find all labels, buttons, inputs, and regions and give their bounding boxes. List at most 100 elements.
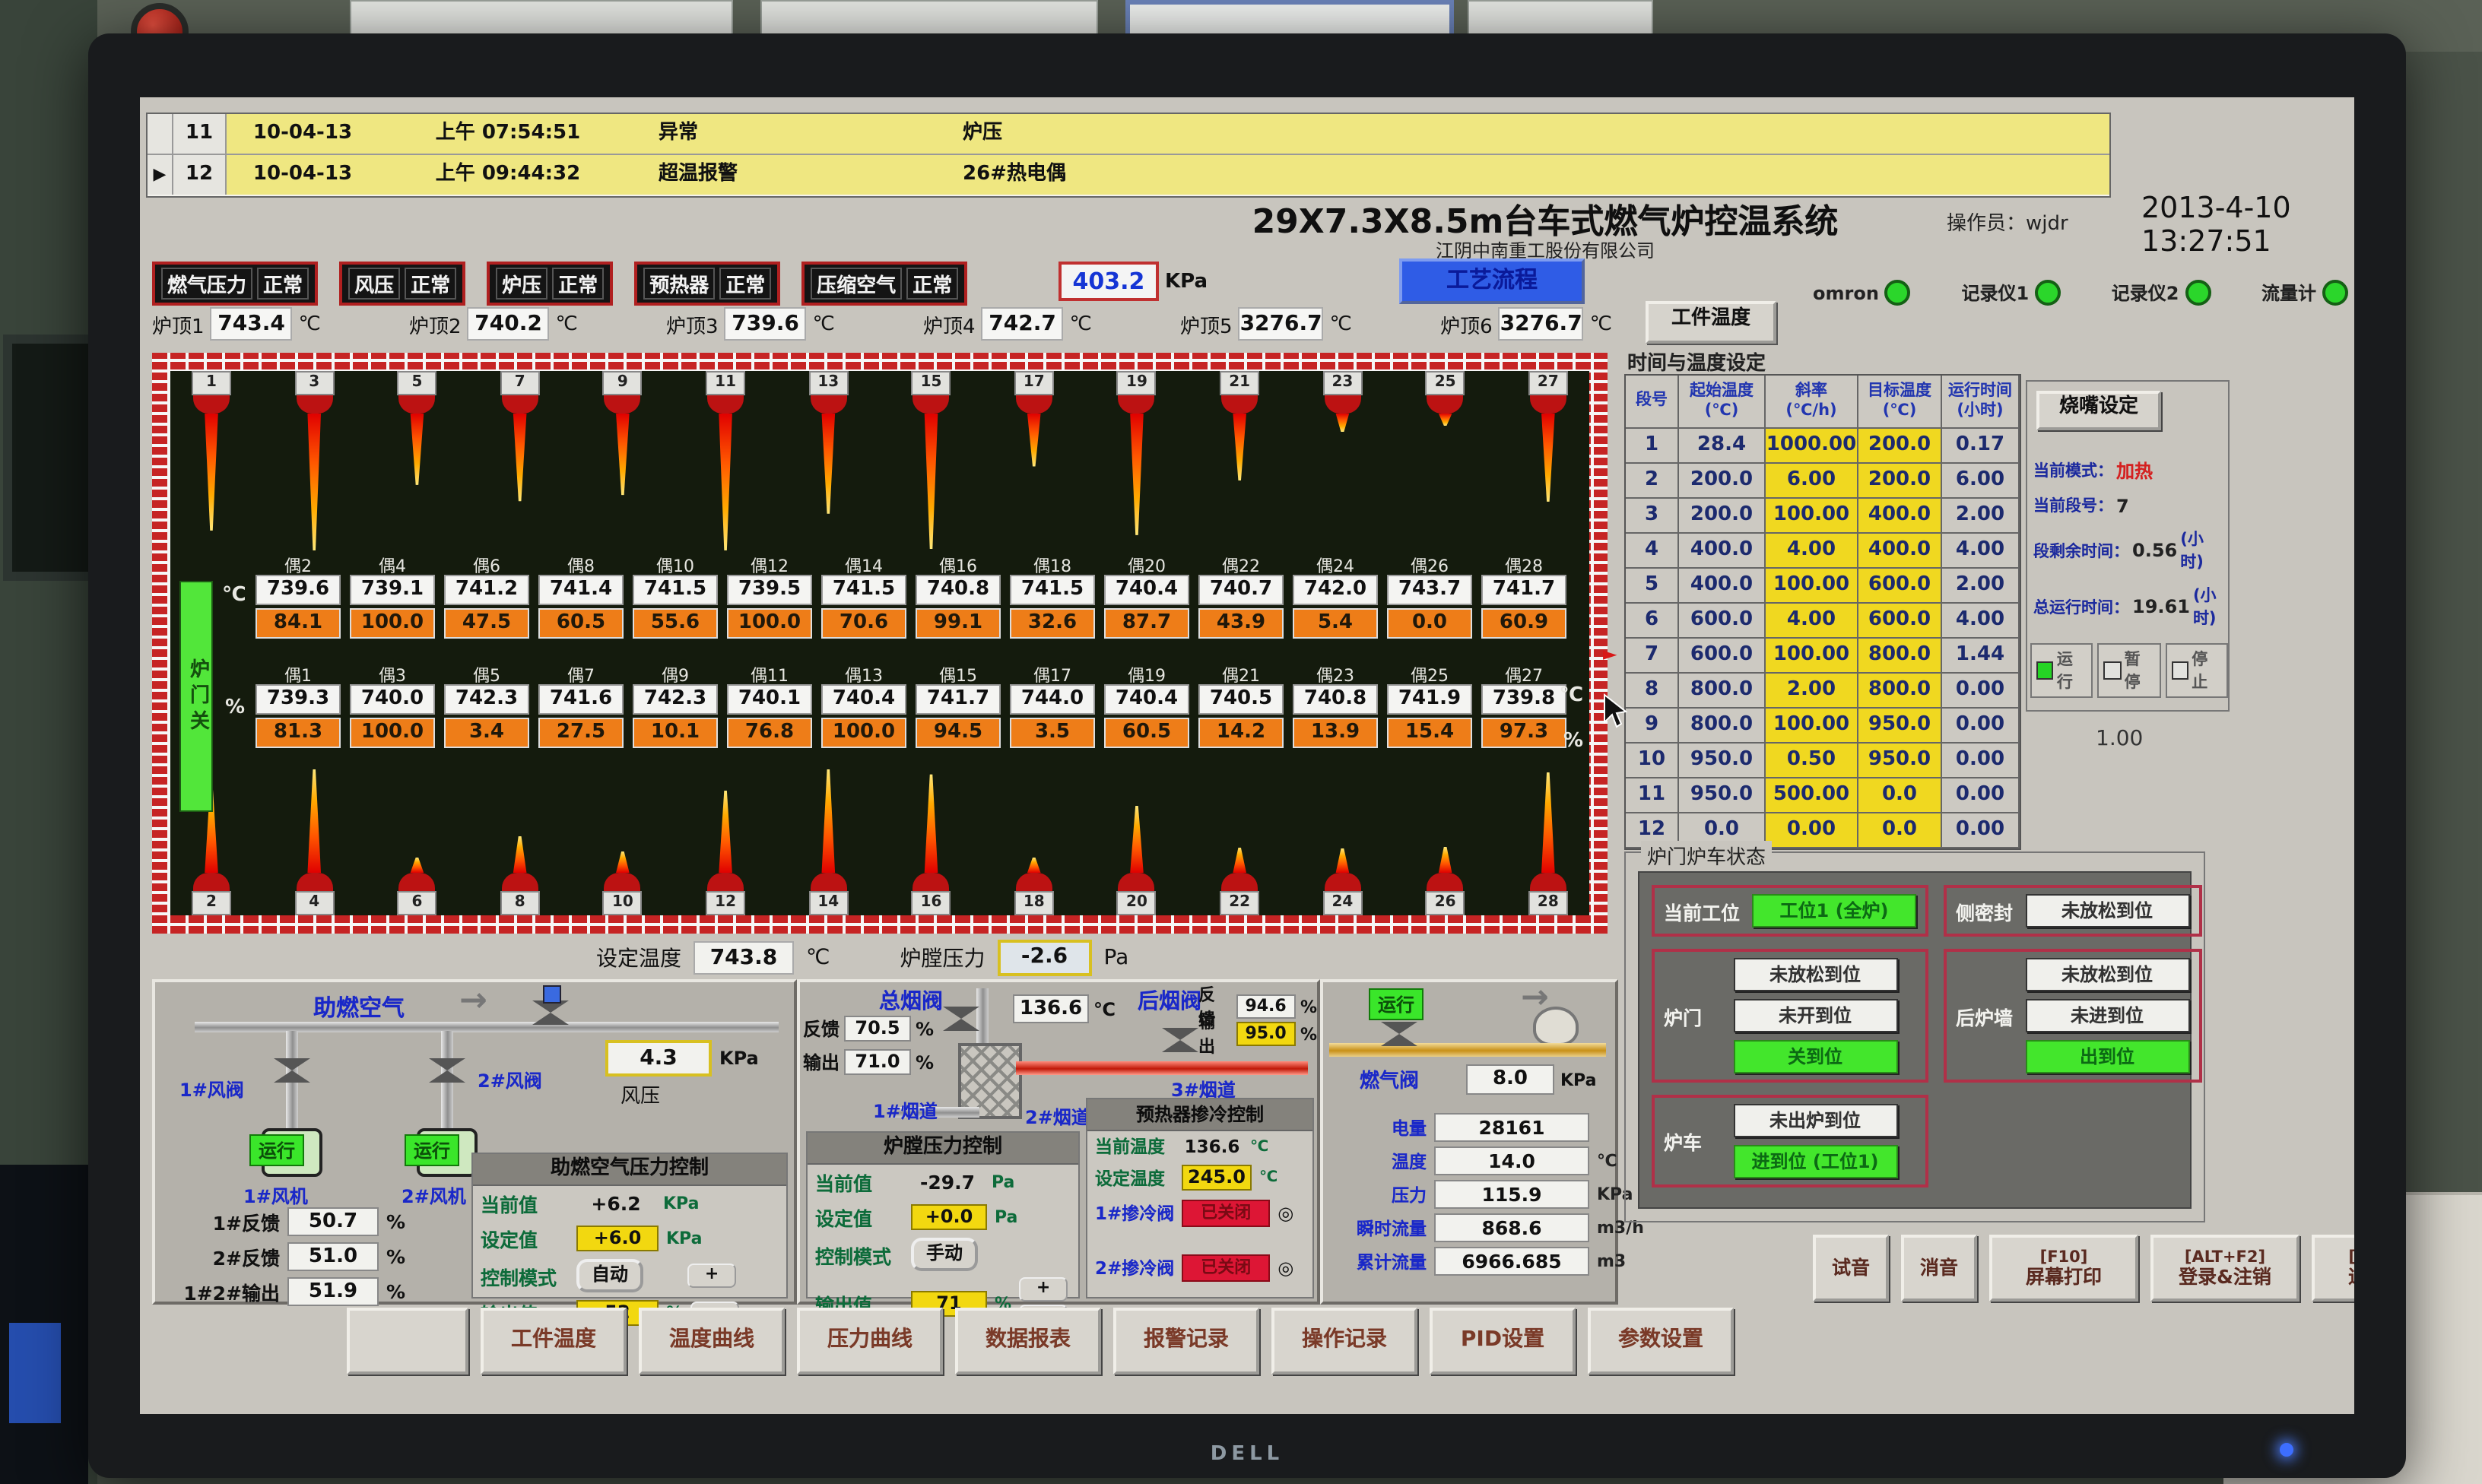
alarm-row[interactable]: ▶1210-04-13上午 09:44:32超温报警26#热电偶	[148, 155, 2109, 195]
burner-nozzle-icon	[810, 395, 846, 414]
table-row[interactable]: 10950.00.50950.00.00	[1626, 744, 2020, 778]
table-cell[interactable]: 950.0	[1679, 744, 1766, 778]
table-cell[interactable]: 0.00	[1942, 813, 2020, 848]
nav-button-1[interactable]: 工件温度	[481, 1308, 627, 1375]
table-row[interactable]: 2200.06.00200.06.00	[1626, 464, 2020, 499]
table-cell[interactable]: 800.0	[1858, 674, 1942, 709]
table-cell[interactable]: 0.00	[1942, 778, 2020, 813]
table-cell[interactable]: 800.0	[1679, 674, 1766, 709]
screen-print-button[interactable]: [F10]屏幕打印	[1989, 1235, 2138, 1302]
table-cell[interactable]: 200.0	[1679, 499, 1766, 534]
mode-button[interactable]: 自动	[576, 1259, 643, 1292]
exit-system-button[interactable]: [Alt+F4]退出系统	[2312, 1235, 2354, 1302]
table-cell[interactable]: 600.0	[1679, 639, 1766, 674]
gas-reading-row: 电量28161	[1326, 1113, 1644, 1142]
table-cell[interactable]: 950.0	[1858, 709, 1942, 744]
alarm-list[interactable]: 1110-04-13上午 07:54:51异常炉压▶1210-04-13上午 0…	[146, 113, 2111, 198]
nav-button-6[interactable]: 操作记录	[1271, 1308, 1417, 1375]
table-row[interactable]: ►7600.0100.00800.01.44	[1626, 639, 2020, 674]
table-cell[interactable]: 400.0	[1858, 534, 1942, 569]
valve-handle-icon[interactable]: ◎	[1278, 1203, 1293, 1224]
table-cell[interactable]: 950.0	[1858, 744, 1942, 778]
table-row[interactable]: 4400.04.00400.04.00	[1626, 534, 2020, 569]
stop-button[interactable]: 停止	[2165, 643, 2228, 698]
table-cell[interactable]: 4.00	[1942, 534, 2020, 569]
table-cell[interactable]: 2.00	[1766, 674, 1858, 709]
nav-button-4[interactable]: 数据报表	[955, 1308, 1101, 1375]
table-cell[interactable]: 0.0	[1858, 813, 1942, 848]
burner-nozzle-icon	[1119, 395, 1155, 414]
table-cell[interactable]: 800.0	[1679, 709, 1766, 744]
table-cell[interactable]: 28.4	[1679, 429, 1766, 464]
thermocouple-output-pct: 100.0	[727, 608, 812, 639]
table-cell[interactable]: 4.00	[1766, 534, 1858, 569]
table-cell[interactable]: 2.00	[1942, 499, 2020, 534]
pause-button[interactable]: 暂停	[2098, 643, 2161, 698]
table-cell[interactable]: 200.0	[1858, 429, 1942, 464]
set-value-input[interactable]: +0.0	[911, 1204, 987, 1230]
table-cell[interactable]: 400.0	[1679, 534, 1766, 569]
table-cell[interactable]: 600.0	[1858, 604, 1942, 639]
table-cell[interactable]: 600.0	[1858, 569, 1942, 604]
table-cell[interactable]: 950.0	[1679, 778, 1766, 813]
nav-button-5[interactable]: 报警记录	[1113, 1308, 1259, 1375]
door-car-title: 炉门炉车状态	[1641, 841, 1772, 870]
set-temp-input[interactable]: 245.0	[1182, 1165, 1252, 1191]
nav-button-7[interactable]: PID设置	[1430, 1308, 1576, 1375]
table-cell[interactable]: 0.17	[1942, 429, 2020, 464]
table-cell[interactable]: 6.00	[1766, 464, 1858, 499]
table-cell[interactable]: 400.0	[1679, 569, 1766, 604]
table-cell[interactable]: 100.00	[1766, 639, 1858, 674]
table-cell[interactable]: 100.00	[1766, 569, 1858, 604]
table-row[interactable]: 6600.04.00600.04.00	[1626, 604, 2020, 639]
table-cell[interactable]: 100.00	[1766, 709, 1858, 744]
mute-button[interactable]: 消音	[1901, 1235, 1977, 1302]
table-cell[interactable]: 0.50	[1766, 744, 1858, 778]
table-cell[interactable]: 400.0	[1858, 499, 1942, 534]
table-row[interactable]: 11950.0500.000.00.00	[1626, 778, 2020, 813]
table-cell[interactable]: 0.00	[1942, 709, 2020, 744]
burner-setting-button[interactable]: 烧嘴设定	[2036, 391, 2161, 430]
increase-button[interactable]: +	[687, 1264, 736, 1288]
table-cell[interactable]: 200.0	[1858, 464, 1942, 499]
thermo-bottom: 偶1739.381.3偶3740.0100.0偶5742.33.4偶7741.6…	[256, 663, 1566, 748]
test-sound-button[interactable]: 试音	[1813, 1235, 1889, 1302]
set-value-input[interactable]: +6.0	[576, 1226, 659, 1251]
table-cell[interactable]: 4.00	[1942, 604, 2020, 639]
program-table[interactable]: 段号起始温度 (℃)斜率 (℃/h)目标温度 (℃)运行时间 (小时)128.4…	[1624, 374, 2021, 850]
table-cell[interactable]: 500.00	[1766, 778, 1858, 813]
reading-unit: %	[386, 1280, 405, 1303]
login-logout-button[interactable]: [ALT+F2]登录&注销	[2150, 1235, 2300, 1302]
increase-button[interactable]: +	[1019, 1277, 1068, 1302]
table-row[interactable]: 5400.0100.00600.02.00	[1626, 569, 2020, 604]
table-cell[interactable]: 100.00	[1766, 499, 1858, 534]
table-cell[interactable]: 4.00	[1766, 604, 1858, 639]
table-cell[interactable]: 600.0	[1679, 604, 1766, 639]
nav-button-2[interactable]: 温度曲线	[639, 1308, 785, 1375]
table-cell[interactable]: 0.0	[1858, 778, 1942, 813]
table-cell[interactable]: 200.0	[1679, 464, 1766, 499]
table-cell[interactable]: 0.00	[1942, 744, 2020, 778]
table-row[interactable]: 8800.02.00800.00.00	[1626, 674, 2020, 709]
mode-button[interactable]: 手动	[911, 1238, 978, 1271]
thermocouple-temp: 741.2	[444, 575, 529, 605]
nav-button-cut[interactable]	[347, 1308, 468, 1375]
table-cell[interactable]: 0.00	[1766, 813, 1858, 848]
nav-button-3[interactable]: 压力曲线	[797, 1308, 943, 1375]
table-row[interactable]: 3200.0100.00400.02.00	[1626, 499, 2020, 534]
nav-button-8[interactable]: 参数设置	[1588, 1308, 1734, 1375]
table-row[interactable]: 128.41000.00200.00.17	[1626, 429, 2020, 464]
run-button[interactable]: 运行	[2030, 643, 2093, 698]
table-cell[interactable]: 800.0	[1858, 639, 1942, 674]
table-cell[interactable]: 6.00	[1942, 464, 2020, 499]
alarm-row[interactable]: 1110-04-13上午 07:54:51异常炉压	[148, 114, 2109, 155]
workpiece-temp-button[interactable]: 工件温度	[1646, 301, 1776, 344]
table-cell[interactable]: 1000.00	[1766, 429, 1858, 464]
table-cell[interactable]: 2.00	[1942, 569, 2020, 604]
valve-handle-icon[interactable]: ◎	[1278, 1257, 1293, 1279]
table-cell[interactable]: 0.00	[1942, 674, 2020, 709]
process-flow-button[interactable]: 工艺流程	[1399, 258, 1585, 304]
button-hotkey: [ALT+F2]	[2185, 1248, 2265, 1267]
table-row[interactable]: 9800.0100.00950.00.00	[1626, 709, 2020, 744]
table-cell[interactable]: 1.44	[1942, 639, 2020, 674]
